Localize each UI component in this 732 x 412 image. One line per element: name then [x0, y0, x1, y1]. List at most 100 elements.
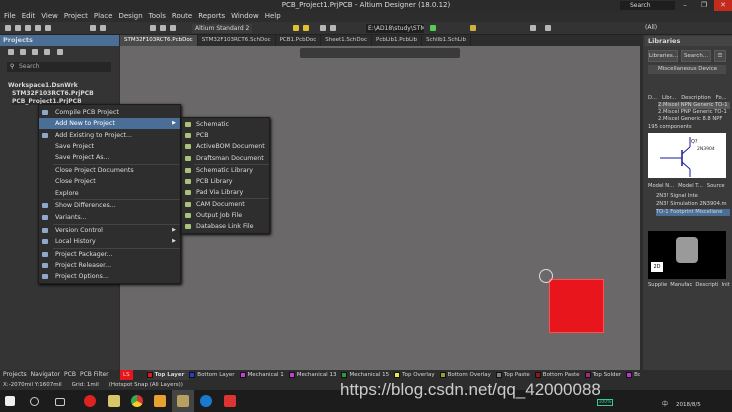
path-field[interactable]: E:\AD18\study\STM32F1 — [366, 24, 424, 33]
close-button[interactable]: ✕ — [714, 0, 732, 11]
open-icon[interactable] — [5, 25, 11, 31]
library-select[interactable]: Miscellaneous Device — [648, 65, 726, 74]
save-icon[interactable] — [15, 25, 21, 31]
battery-indicator[interactable]: 100% — [597, 399, 613, 406]
task-view-icon[interactable] — [55, 398, 65, 406]
gear-icon[interactable] — [57, 49, 63, 55]
browser-icon[interactable] — [200, 395, 212, 407]
tab-stm32-pcbdoc[interactable]: STM32F103RCT6.PcbDoc — [120, 35, 198, 46]
route-icon[interactable] — [470, 25, 476, 31]
layer-tab-bottom-overlay[interactable]: Bottom Overlay — [439, 370, 496, 380]
col-model-name[interactable]: Model N... — [648, 183, 674, 190]
global-search-input[interactable]: Search — [620, 1, 675, 10]
menu-item-compile-pcb-project-pcb-project1-prjpcb[interactable]: Compile PCB Project PCB_Project1.PrjPCB — [39, 107, 180, 127]
folder-icon[interactable] — [32, 49, 38, 55]
grid-icon[interactable] — [545, 25, 551, 31]
chrome-icon[interactable] — [131, 395, 143, 407]
col-model-type[interactable]: Model T... — [678, 183, 703, 190]
tab-pcb-filter[interactable]: PCB Filter — [80, 370, 109, 380]
col-supplier[interactable]: Supplie — [648, 282, 667, 290]
menu-item-add-existing-to-project[interactable]: Add Existing to Project... — [39, 130, 180, 141]
menu-item-close-project[interactable]: Close Project — [39, 176, 180, 187]
col-source[interactable]: Source — [707, 183, 725, 190]
menu-tools[interactable]: Tools — [149, 11, 166, 22]
layer-tab-top-layer[interactable]: Top Layer — [146, 370, 190, 380]
print-icon[interactable] — [25, 25, 31, 31]
submenu-item-cam-document[interactable]: CAM Document — [182, 199, 269, 210]
menu-edit[interactable]: Edit — [22, 11, 36, 22]
menu-item-project-releaser[interactable]: Project Releaser... — [39, 260, 180, 271]
model-row[interactable]: 2N3! Simulation 2N3904.m — [656, 201, 730, 208]
undo-icon[interactable] — [160, 25, 166, 31]
file-icon[interactable] — [44, 49, 50, 55]
menu-reports[interactable]: Reports — [198, 11, 225, 22]
col-designator[interactable]: D... — [648, 95, 657, 102]
layer-tab-bottom-paste[interactable]: Bottom Paste — [534, 370, 585, 380]
tree-project-stm32[interactable]: STM32F103RCT6.PrjPCB — [12, 90, 94, 97]
menu-place[interactable]: Place — [94, 11, 113, 22]
col-library[interactable]: Libr... — [662, 95, 676, 102]
paste-icon[interactable] — [100, 25, 106, 31]
tab-projects[interactable]: Projects — [3, 370, 27, 380]
menu-help[interactable]: Help — [265, 11, 281, 22]
tab-sheet1[interactable]: Sheet1.SchDoc — [321, 35, 373, 46]
run-icon[interactable] — [430, 25, 436, 31]
workspace-icon[interactable] — [8, 49, 14, 55]
windows-start-icon[interactable] — [5, 396, 15, 406]
menu-item-local-history[interactable]: Local History ▶ — [39, 236, 180, 247]
menu-item-show-differences[interactable]: Show Differences... — [39, 200, 180, 211]
projects-search-input[interactable]: Search — [7, 62, 111, 72]
tab-pcblib1[interactable]: PcbLib1.PcbLib — [372, 35, 423, 46]
model-row[interactable]: TO-1 Footprint Miscellane — [656, 209, 730, 216]
menu-route[interactable]: Route — [172, 11, 192, 22]
tab-pcb1[interactable]: PCB1.PcbDoc — [276, 35, 322, 46]
opera-icon[interactable] — [84, 395, 96, 407]
menu-item-variants[interactable]: Variants... — [39, 212, 180, 223]
view-config-select[interactable]: Altium Standard 2 — [192, 24, 252, 33]
col-description[interactable]: Description — [681, 95, 711, 102]
file-explorer-icon[interactable] — [108, 395, 120, 407]
component-row[interactable]: 2.Miscel PNP Generic TO-1 — [658, 109, 730, 116]
app-icon[interactable] — [154, 395, 166, 407]
col-description[interactable]: Descripti — [695, 282, 718, 290]
zoom-icon[interactable] — [45, 25, 51, 31]
layer-tab-mechanical-1[interactable]: Mechanical 1 — [239, 370, 289, 380]
submenu-item-output-job-file[interactable]: Output Job File — [182, 210, 269, 221]
col-footprint[interactable]: Fo... — [716, 95, 727, 102]
tree-workspace[interactable]: Workspace1.DsnWrk — [8, 82, 78, 89]
filter-icon[interactable]: ☰ — [714, 50, 726, 62]
menu-design[interactable]: Design — [118, 11, 142, 22]
menu-item-explore[interactable]: Explore — [39, 188, 180, 199]
menu-view[interactable]: View — [41, 11, 58, 22]
sheet2-icon[interactable] — [330, 25, 336, 31]
layer-tab-top-solder[interactable]: Top Solder — [584, 370, 627, 380]
menu-item-save-project[interactable]: Save Project — [39, 141, 180, 152]
redo-icon[interactable] — [170, 25, 176, 31]
layer-tab-bottom-layer[interactable]: Bottom Layer — [189, 370, 239, 380]
menu-item-version-control[interactable]: Version Control ▶ — [39, 225, 180, 236]
ime-indicator[interactable]: 中 — [662, 399, 668, 408]
model-row[interactable]: 2N3! Signal Inte — [656, 193, 730, 200]
sheet-icon[interactable] — [320, 25, 326, 31]
submenu-item-pcb-library[interactable]: PCB Library — [182, 176, 269, 187]
minimize-button[interactable]: – — [676, 0, 694, 11]
tab-navigator[interactable]: Navigator — [31, 370, 60, 380]
view-2d-badge[interactable]: 2D — [651, 262, 663, 272]
filter-icon[interactable] — [150, 25, 156, 31]
search-icon[interactable] — [30, 397, 39, 406]
search-button[interactable]: Search... — [681, 50, 711, 62]
menu-item-project-options[interactable]: Project Options... — [39, 271, 180, 282]
canvas-toolbar[interactable] — [300, 48, 460, 58]
menu-item-close-project-documents[interactable]: Close Project Documents — [39, 165, 180, 176]
layer-set-button[interactable]: LS — [120, 370, 133, 380]
bulb-icon[interactable] — [303, 25, 309, 31]
layer-tab-top-paste[interactable]: Top Paste — [495, 370, 535, 380]
submenu-item-schematic[interactable]: Schematic — [182, 119, 269, 130]
menu-item-add-new-to-project[interactable]: Add New to Project ▶ — [39, 118, 180, 130]
col-init[interactable]: Init — [721, 282, 729, 290]
menu-item-project-packager[interactable]: Project Packager... — [39, 249, 180, 260]
tab-pcb[interactable]: PCB — [64, 370, 76, 380]
filter-select[interactable]: (All) — [645, 24, 657, 31]
submenu-item-database-link-file[interactable]: Database Link File — [182, 221, 269, 232]
submenu-item-pcb[interactable]: PCB — [182, 130, 269, 141]
